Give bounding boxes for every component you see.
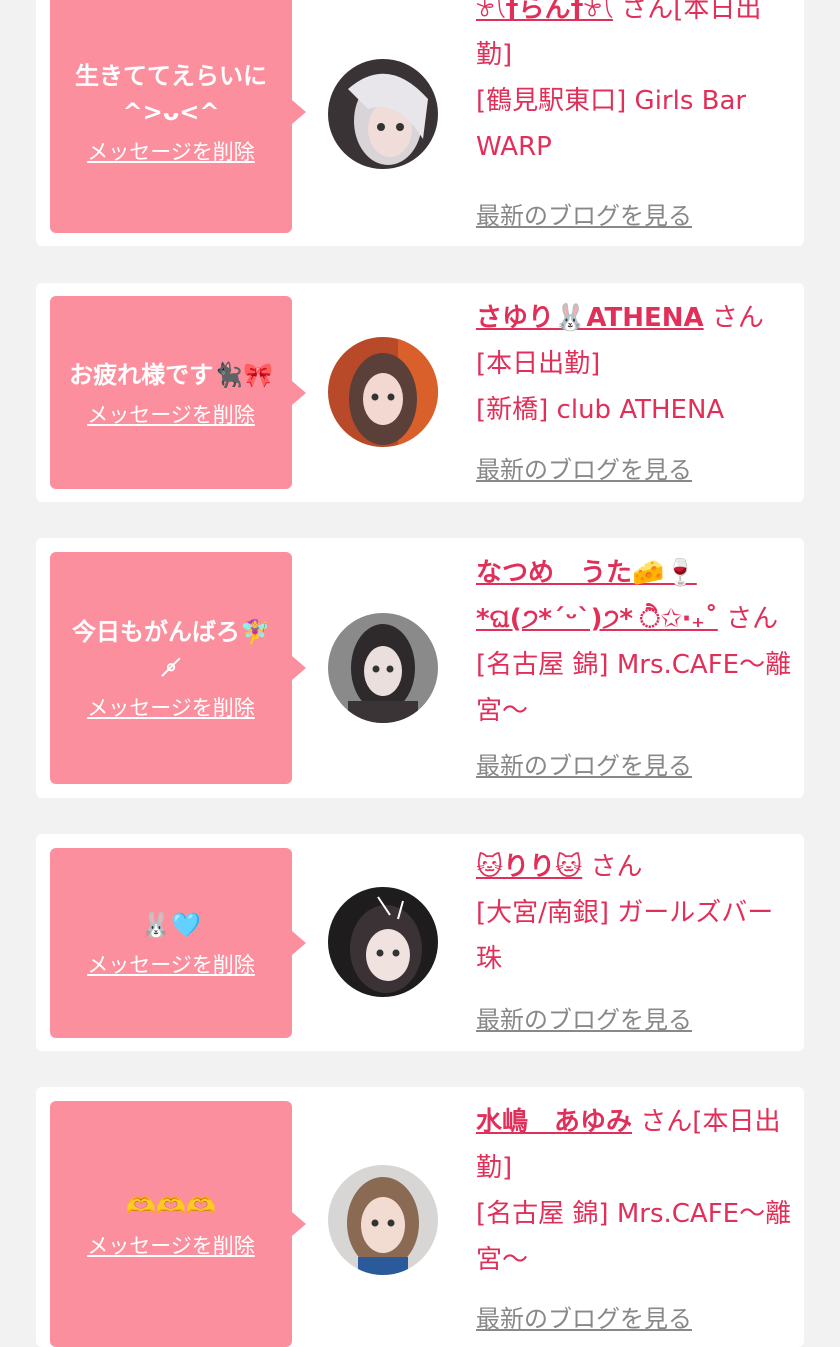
message-card: 🫶🫶🫶 メッセージを削除 水嶋 あゆみ さん[本日出勤] [名古屋 錦] Mrs… [36, 1087, 804, 1347]
honorific: さん [726, 604, 779, 634]
shop-name: [名古屋 錦] Mrs.CAFE〜離宮〜 [476, 650, 792, 726]
avatar-photo [328, 59, 438, 169]
cast-name-link[interactable]: 水嶋 あゆみ [476, 1107, 632, 1137]
avatar[interactable] [328, 887, 438, 997]
avatar[interactable] [328, 59, 438, 169]
message-text: 今日もがんばろ🧚‍♀️ ⚬̸ [72, 618, 270, 682]
cast-info: 🐱りり🐱 さん [大宮/南銀] ガールズバー 珠 [476, 844, 792, 982]
cast-info: 水嶋 あゆみ さん[本日出勤] [名古屋 錦] Mrs.CAFE〜離宮〜 [476, 1099, 792, 1283]
message-text: 🐰🩵 [141, 911, 201, 939]
avatar[interactable] [328, 613, 438, 723]
message-card: 🐰🩵 メッセージを削除 🐱りり🐱 さん [大宮/南銀] ガールズバー 珠 最新の… [36, 834, 804, 1051]
honorific: さん [711, 303, 764, 333]
honorific: さん [590, 852, 643, 882]
shop-name: [鶴見駅東口] Girls Bar WARP [476, 86, 747, 162]
avatar[interactable] [328, 337, 438, 447]
avatar-photo [328, 887, 438, 997]
blog-link[interactable]: 最新のブログを見る [476, 196, 692, 231]
message-text: 🫶🫶🫶 [126, 1192, 216, 1220]
delete-message-link[interactable]: メッセージを削除 [87, 1230, 255, 1260]
message-card: 今日もがんばろ🧚‍♀️ ⚬̸ メッセージを削除 なつめ うた🧀🍷 *ଘ(੭*ˊᵕ… [36, 538, 804, 798]
avatar-photo [328, 613, 438, 723]
message-text: お疲れ様です🐈‍⬛🎀 [69, 360, 273, 389]
delete-message-link[interactable]: メッセージを削除 [87, 399, 255, 429]
avatar[interactable] [328, 1165, 438, 1275]
cast-info: 𓍯†らん†𓍯 さん[本日出勤] [鶴見駅東口] Girls Bar WARP [476, 0, 792, 170]
message-text: 生きててえらいに ^>ᴗ<^ [75, 61, 267, 126]
shop-name: [大宮/南銀] ガールズバー 珠 [476, 898, 774, 974]
delete-message-link[interactable]: メッセージを削除 [87, 949, 255, 979]
shop-name: [名古屋 錦] Mrs.CAFE〜離宮〜 [476, 1199, 792, 1275]
message-bubble: お疲れ様です🐈‍⬛🎀 メッセージを削除 [50, 296, 306, 489]
cast-name-link[interactable]: さゆり🐰ATHENA [476, 303, 704, 333]
cast-info: なつめ うた🧀🍷 *ଘ(੭*ˊᵕˋ)੭* ੈ✩‧₊˚ さん [名古屋 錦] Mr… [476, 550, 792, 734]
delete-message-link[interactable]: メッセージを削除 [87, 692, 255, 722]
message-bubble: 🐰🩵 メッセージを削除 [50, 848, 306, 1038]
message-bubble: 今日もがんばろ🧚‍♀️ ⚬̸ メッセージを削除 [50, 552, 306, 784]
avatar-photo [328, 1165, 438, 1275]
honorific: さん [621, 0, 674, 24]
message-bubble: 🫶🫶🫶 メッセージを削除 [50, 1101, 306, 1347]
cast-name-link[interactable]: 𓍯†らん†𓍯 [476, 0, 613, 24]
shop-name: [新橋] club ATHENA [476, 395, 725, 425]
blog-link[interactable]: 最新のブログを見る [476, 1000, 692, 1035]
work-status: [本日出勤] [476, 349, 601, 379]
message-card: 生きててえらいに ^>ᴗ<^ メッセージを削除 𓍯†らん†𓍯 さん[本日出勤] … [36, 0, 804, 246]
delete-message-link[interactable]: メッセージを削除 [87, 136, 255, 166]
cast-name-link[interactable]: 🐱りり🐱 [476, 852, 582, 882]
honorific: さん [640, 1107, 693, 1137]
blog-link[interactable]: 最新のブログを見る [476, 1299, 692, 1334]
blog-link[interactable]: 最新のブログを見る [476, 450, 692, 485]
message-card: お疲れ様です🐈‍⬛🎀 メッセージを削除 さゆり🐰ATHENA さん [本日出勤] … [36, 283, 804, 502]
message-bubble: 生きててえらいに ^>ᴗ<^ メッセージを削除 [50, 0, 306, 233]
cast-name-link[interactable]: なつめ うた🧀🍷 *ଘ(੭*ˊᵕˋ)੭* ੈ✩‧₊˚ [476, 558, 718, 634]
blog-link[interactable]: 最新のブログを見る [476, 746, 692, 781]
avatar-photo [328, 337, 438, 447]
cast-info: さゆり🐰ATHENA さん [本日出勤] [新橋] club ATHENA [476, 295, 792, 433]
